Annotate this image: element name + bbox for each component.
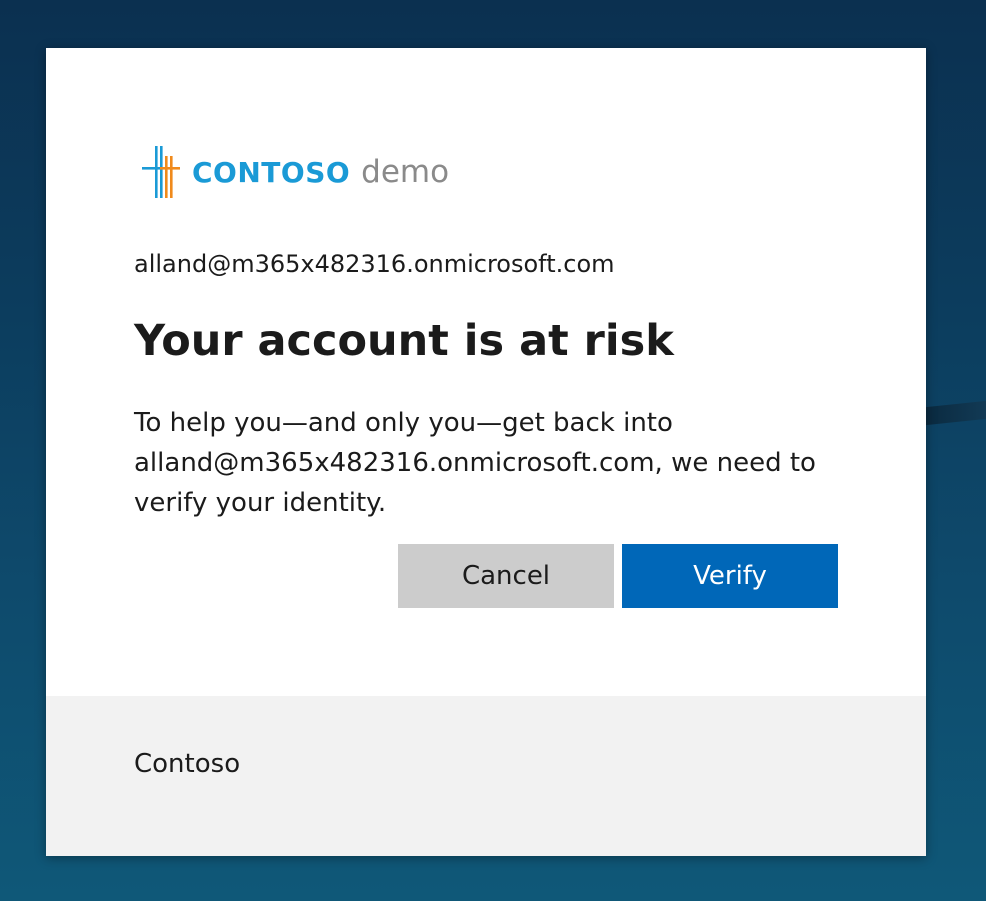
- page-title: Your account is at risk: [134, 316, 674, 366]
- account-email: alland@m365x482316.onmicrosoft.com: [134, 250, 615, 278]
- contoso-logo: CONTOSO demo: [142, 146, 449, 198]
- risk-dialog: CONTOSO demo alland@m365x482316.onmicros…: [46, 48, 926, 856]
- logo-suffix: demo: [361, 154, 450, 190]
- footer-label: Contoso: [134, 749, 241, 779]
- background-streak: [926, 400, 986, 426]
- logo-wordmark: CONTOSO: [192, 155, 351, 189]
- cancel-button[interactable]: Cancel: [398, 544, 614, 608]
- contoso-logo-icon: [142, 146, 180, 198]
- dialog-footer: Contoso: [46, 696, 926, 856]
- dialog-description: To help you—and only you—get back into a…: [134, 408, 816, 518]
- verify-button[interactable]: Verify: [622, 544, 838, 608]
